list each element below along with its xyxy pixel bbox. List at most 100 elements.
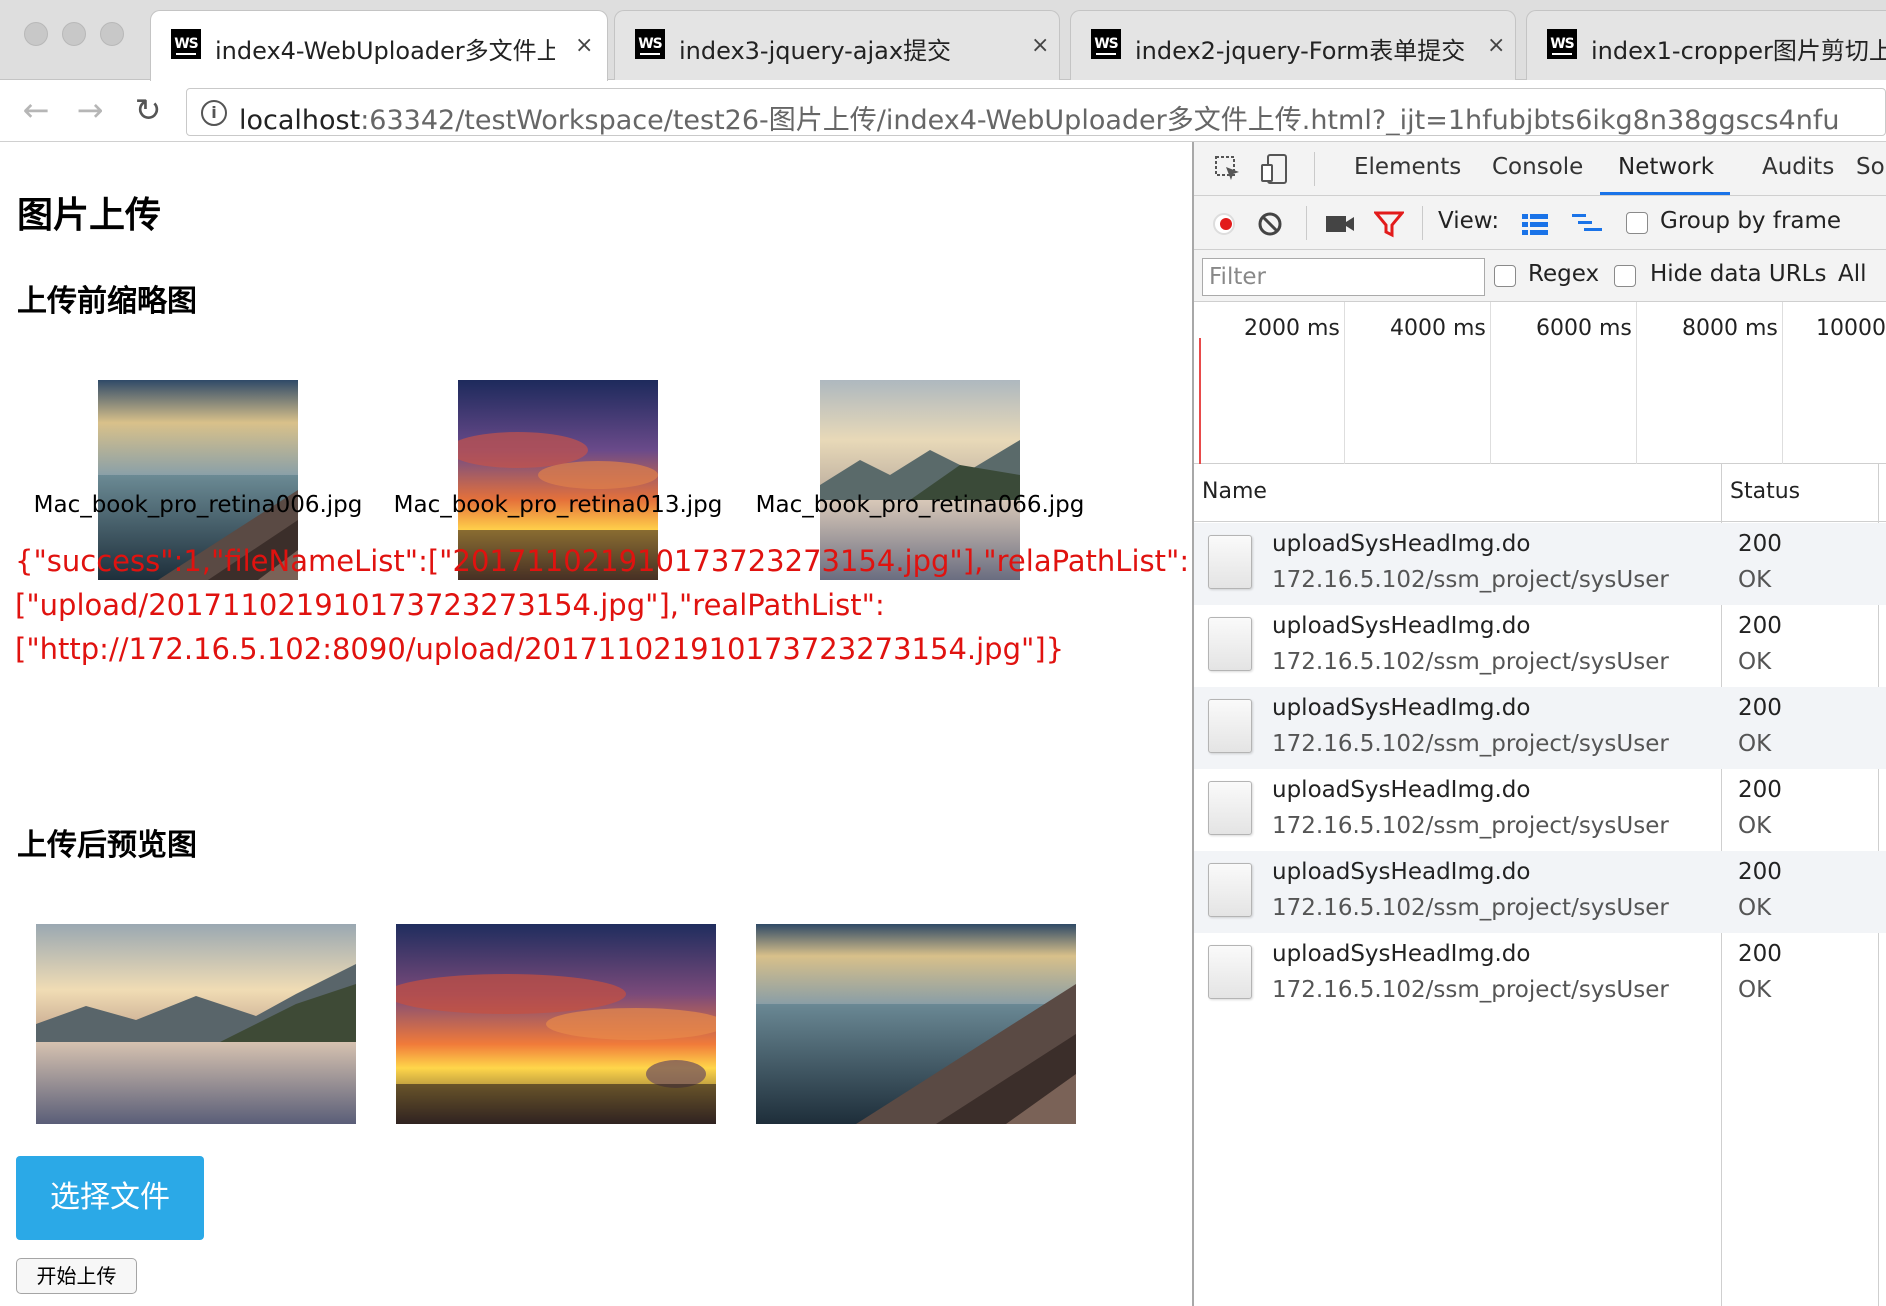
hide-data-urls-checkbox[interactable] xyxy=(1614,265,1636,287)
timeline-gridline xyxy=(1344,302,1345,464)
request-path: 172.16.5.102/ssm_project/sysUser xyxy=(1272,977,1669,1003)
request-row[interactable]: uploadSysHeadImg.do 172.16.5.102/ssm_pro… xyxy=(1194,933,1886,1015)
capture-screenshots-icon[interactable] xyxy=(1324,212,1356,236)
separator xyxy=(1422,206,1423,240)
timeline-gridline xyxy=(1782,302,1783,464)
document-icon xyxy=(1208,617,1252,671)
filter-icon[interactable] xyxy=(1374,210,1404,238)
group-by-frame-label: Group by frame xyxy=(1660,208,1842,234)
request-status-text: OK xyxy=(1738,813,1772,839)
filter-bar: Filter Regex Hide data URLs All xyxy=(1194,250,1886,302)
request-path: 172.16.5.102/ssm_project/sysUser xyxy=(1272,895,1669,921)
webstorm-icon: WS xyxy=(1091,29,1121,59)
page-content: 图片上传 上传前缩略图 Mac_book_pro_retina006.jpg M… xyxy=(0,142,1192,1306)
devtools-panel: Elements Console Network Audits So View: xyxy=(1192,142,1886,1306)
load-event-marker xyxy=(1199,338,1201,464)
record-icon[interactable] xyxy=(1210,210,1238,238)
regex-checkbox[interactable] xyxy=(1494,265,1516,287)
tab-elements[interactable]: Elements xyxy=(1354,154,1461,180)
request-name: uploadSysHeadImg.do xyxy=(1272,777,1531,803)
document-icon xyxy=(1208,781,1252,835)
thumbnail-filename-1: Mac_book_pro_retina006.jpg xyxy=(33,492,363,518)
network-toolbar: View: Group by frame xyxy=(1194,196,1886,250)
tab-close-icon[interactable]: × xyxy=(1031,33,1049,58)
request-status-code: 200 xyxy=(1738,941,1782,967)
start-upload-button[interactable]: 开始上传 xyxy=(16,1258,137,1294)
timeline-tick-label: 2000 ms xyxy=(1244,316,1340,341)
filter-input[interactable]: Filter xyxy=(1202,258,1485,296)
preview-image-2 xyxy=(396,924,716,1124)
request-row[interactable]: uploadSysHeadImg.do 172.16.5.102/ssm_pro… xyxy=(1194,851,1886,933)
request-name: uploadSysHeadImg.do xyxy=(1272,941,1531,967)
filter-all-button[interactable]: All xyxy=(1838,261,1867,287)
active-tab-indicator xyxy=(1600,192,1730,195)
browser-tab-1[interactable]: WS index4-WebUploader多文件上传 × xyxy=(150,10,608,81)
request-path: 172.16.5.102/ssm_project/sysUser xyxy=(1272,731,1669,757)
address-bar[interactable]: i localhost:63342/testWorkspace/test26-图… xyxy=(186,88,1886,136)
window-minimize-dot[interactable] xyxy=(62,22,86,46)
browser-tab-3[interactable]: WS index2-jquery-Form表单提交 × xyxy=(1070,10,1516,80)
browser-tab-2[interactable]: WS index3-jquery-ajax提交 × xyxy=(614,10,1060,80)
tab-close-icon[interactable]: × xyxy=(575,33,593,58)
document-icon xyxy=(1208,699,1252,753)
thumbnail-filename-2: Mac_book_pro_retina013.jpg xyxy=(393,492,723,518)
browser-tab-strip: WS index4-WebUploader多文件上传 × WS index3-j… xyxy=(0,0,1886,81)
view-label: View: xyxy=(1438,208,1500,234)
reload-icon[interactable]: ↻ xyxy=(128,90,168,130)
request-name: uploadSysHeadImg.do xyxy=(1272,859,1531,885)
request-status-text: OK xyxy=(1738,731,1772,757)
request-row[interactable]: uploadSysHeadImg.do 172.16.5.102/ssm_pro… xyxy=(1194,687,1886,769)
device-toolbar-icon[interactable] xyxy=(1260,153,1290,185)
request-status-text: OK xyxy=(1738,977,1772,1003)
url-host: localhost xyxy=(239,105,361,136)
choose-file-button[interactable]: 选择文件 xyxy=(16,1156,204,1240)
response-json-line: ["http://172.16.5.102:8090/upload/201711… xyxy=(15,632,1065,666)
before-upload-heading: 上传前缩略图 xyxy=(17,284,197,319)
document-icon xyxy=(1208,945,1252,999)
request-row[interactable]: uploadSysHeadImg.do 172.16.5.102/ssm_pro… xyxy=(1194,769,1886,851)
tab-title: index2-jquery-Form表单提交 xyxy=(1135,37,1466,65)
large-rows-icon[interactable] xyxy=(1520,212,1550,236)
inspect-element-icon[interactable] xyxy=(1214,155,1242,183)
request-name: uploadSysHeadImg.do xyxy=(1272,613,1531,639)
browser-tab-4[interactable]: WS index1-cropper图片剪切上传 xyxy=(1526,10,1886,80)
column-header-status[interactable]: Status xyxy=(1730,479,1800,504)
column-header-name[interactable]: Name xyxy=(1202,479,1267,504)
response-json-line: ["upload/20171102191017372327​3154.jpg"]… xyxy=(15,588,885,622)
regex-label: Regex xyxy=(1528,261,1600,287)
timeline-gridline xyxy=(1636,302,1637,464)
info-icon[interactable]: i xyxy=(201,100,227,126)
request-name: uploadSysHeadImg.do xyxy=(1272,695,1531,721)
request-path: 172.16.5.102/ssm_project/sysUser xyxy=(1272,813,1669,839)
forward-arrow-icon[interactable]: → xyxy=(70,90,110,130)
request-status-code: 200 xyxy=(1738,777,1782,803)
response-json-line: {"success":1,"fileNameList":["2017110219… xyxy=(15,544,1190,578)
page-title: 图片上传 xyxy=(17,195,162,236)
tab-network[interactable]: Network xyxy=(1618,154,1714,180)
network-timeline-overview: 2000 ms 4000 ms 6000 ms 8000 ms 10000 xyxy=(1194,302,1886,464)
tab-audits[interactable]: Audits xyxy=(1762,154,1834,180)
request-row[interactable]: uploadSysHeadImg.do 172.16.5.102/ssm_pro… xyxy=(1194,605,1886,687)
window-zoom-dot[interactable] xyxy=(100,22,124,46)
tab-sources[interactable]: So xyxy=(1856,154,1885,180)
tab-title: index1-cropper图片剪切上传 xyxy=(1591,37,1886,65)
request-status-code: 200 xyxy=(1738,695,1782,721)
document-icon xyxy=(1208,535,1252,589)
request-status-code: 200 xyxy=(1738,613,1782,639)
tab-close-icon[interactable]: × xyxy=(1487,33,1505,58)
waterfall-overview-icon[interactable] xyxy=(1570,212,1604,236)
tab-console[interactable]: Console xyxy=(1492,154,1583,180)
window-close-dot[interactable] xyxy=(24,22,48,46)
request-row[interactable]: uploadSysHeadImg.do 172.16.5.102/ssm_pro… xyxy=(1194,523,1886,605)
timeline-tick-label: 4000 ms xyxy=(1390,316,1486,341)
separator xyxy=(1314,152,1315,186)
separator xyxy=(1306,206,1307,240)
clear-icon[interactable] xyxy=(1256,210,1284,238)
document-icon xyxy=(1208,863,1252,917)
group-by-frame-checkbox[interactable] xyxy=(1626,212,1648,234)
back-arrow-icon[interactable]: ← xyxy=(16,90,56,130)
thumbnail-filename-3: Mac_book_pro_retina066.jpg xyxy=(755,492,1085,518)
devtools-tab-bar: Elements Console Network Audits So xyxy=(1194,142,1886,196)
request-status-text: OK xyxy=(1738,567,1772,593)
requests-table-header: Name Status xyxy=(1194,464,1886,522)
